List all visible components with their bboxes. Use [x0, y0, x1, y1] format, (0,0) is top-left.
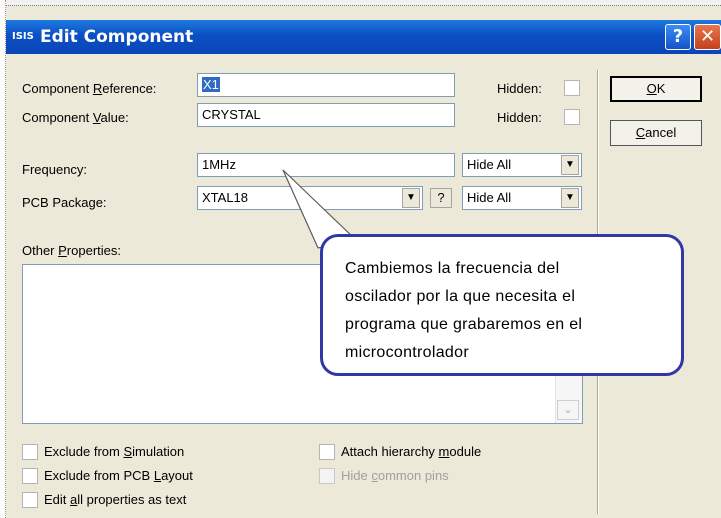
- component-reference-label: Component Reference:: [22, 81, 157, 96]
- exclude-simulation-label: Exclude from Simulation: [44, 444, 185, 459]
- isis-app-icon: ISIS: [12, 31, 34, 42]
- help-button[interactable]: ?: [665, 24, 691, 50]
- frequency-label: Frequency:: [22, 162, 88, 177]
- edit-all-text-checkbox[interactable]: [22, 492, 38, 508]
- attach-hierarchy-label: Attach hierarchy module: [341, 444, 482, 459]
- edit-all-text-label: Edit all properties as text: [44, 492, 187, 507]
- hide-common-pins-label: Hide common pins: [341, 468, 449, 483]
- scroll-down-icon[interactable]: ⌄: [557, 400, 579, 420]
- other-properties-label: Other Properties:: [22, 243, 121, 258]
- reference-hidden-label: Hidden:: [497, 81, 542, 96]
- frequency-visibility-value: Hide All: [467, 157, 512, 172]
- cancel-button[interactable]: Cancel: [610, 120, 702, 146]
- exclude-pcb-checkbox[interactable]: [22, 468, 38, 484]
- pcb-package-label: PCB Package:: [22, 195, 107, 210]
- chevron-down-icon[interactable]: ▼: [561, 188, 579, 208]
- component-value-input[interactable]: CRYSTAL: [197, 103, 455, 127]
- canvas-edge: [0, 0, 6, 518]
- attach-hierarchy-checkbox[interactable]: [319, 444, 335, 460]
- chevron-down-icon[interactable]: ▼: [402, 188, 420, 208]
- component-reference-input[interactable]: X1: [197, 73, 455, 97]
- annotation-callout: Cambiemos la frecuencia del oscilador po…: [320, 234, 684, 376]
- component-reference-value: X1: [202, 77, 220, 92]
- background-strip: [0, 0, 721, 6]
- hide-common-pins-checkbox: [319, 468, 335, 484]
- ok-button[interactable]: OK: [610, 76, 702, 102]
- frequency-input[interactable]: 1MHz: [197, 153, 455, 177]
- pcb-visibility-value: Hide All: [467, 190, 512, 205]
- component-value-label: Component Value:: [22, 110, 129, 125]
- value-hidden-label: Hidden:: [497, 110, 542, 125]
- value-hidden-checkbox[interactable]: [564, 109, 580, 125]
- pcb-package-select[interactable]: XTAL18: [197, 186, 423, 210]
- window-title: Edit Component: [40, 27, 194, 47]
- chevron-down-icon[interactable]: ▼: [561, 155, 579, 175]
- pcb-package-value: XTAL18: [202, 190, 249, 205]
- pcb-package-help-button[interactable]: ?: [430, 188, 452, 208]
- exclude-simulation-checkbox[interactable]: [22, 444, 38, 460]
- exclude-pcb-label: Exclude from PCB Layout: [44, 468, 193, 483]
- reference-hidden-checkbox[interactable]: [564, 80, 580, 96]
- close-button[interactable]: ✕: [694, 24, 721, 50]
